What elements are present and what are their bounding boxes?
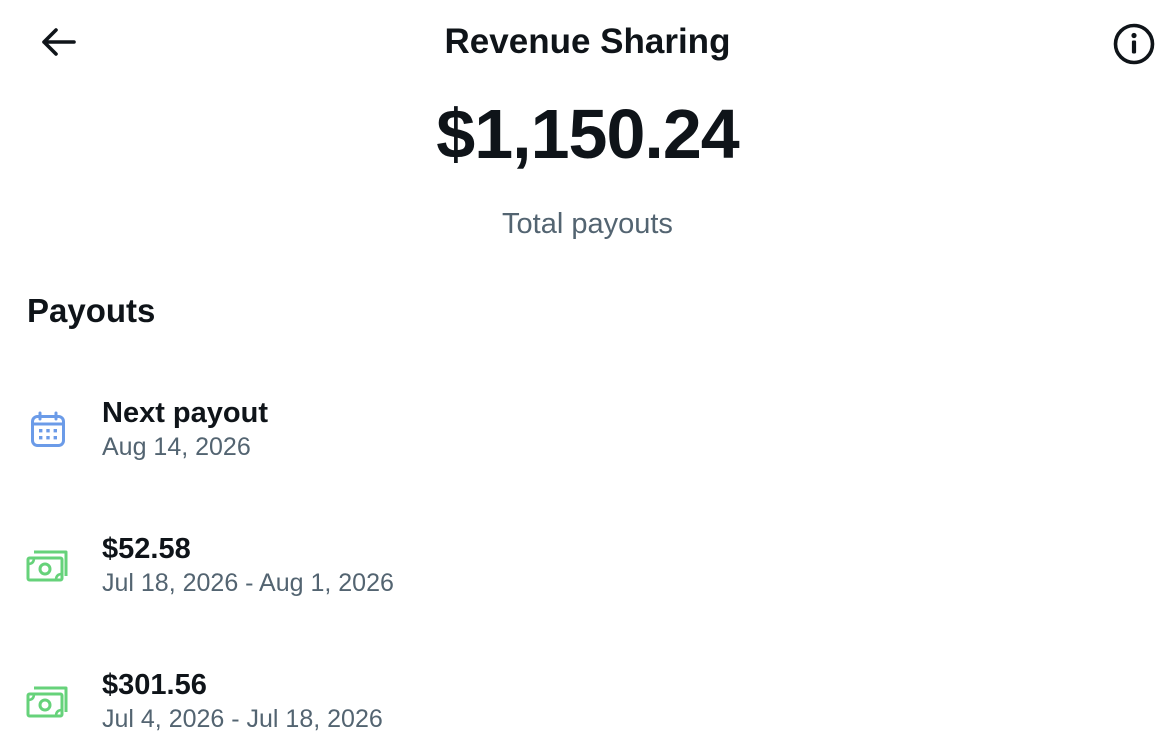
money-icon <box>26 686 68 718</box>
total-payouts-label: Total payouts <box>502 208 673 240</box>
money-icon <box>26 550 68 582</box>
info-circle-icon <box>1113 23 1155 65</box>
header-bar: Revenue Sharing <box>0 0 1175 84</box>
payout-row[interactable]: $52.58 Jul 18, 2026 - Aug 1, 2026 <box>0 514 1175 624</box>
calendar-icon <box>31 411 65 447</box>
payout-period: Jul 18, 2026 - Aug 1, 2026 <box>102 569 394 597</box>
total-payouts-amount: $1,150.24 <box>436 95 739 173</box>
info-button[interactable] <box>1110 20 1158 68</box>
next-payout-title: Next payout <box>102 397 268 429</box>
payout-amount: $301.56 <box>102 669 207 701</box>
next-payout-date: Aug 14, 2026 <box>102 433 251 461</box>
page-title: Revenue Sharing <box>444 22 731 61</box>
payout-amount: $52.58 <box>102 533 191 565</box>
next-payout-row[interactable]: Next payout Aug 14, 2026 <box>0 378 1175 488</box>
payout-period: Jul 4, 2026 - Jul 18, 2026 <box>102 705 383 733</box>
payout-row[interactable]: $301.56 Jul 4, 2026 - Jul 18, 2026 <box>0 650 1175 755</box>
revenue-sharing-screen: Revenue Sharing $1,150.24 Total payouts … <box>0 0 1175 755</box>
payouts-section-title: Payouts <box>27 292 156 329</box>
